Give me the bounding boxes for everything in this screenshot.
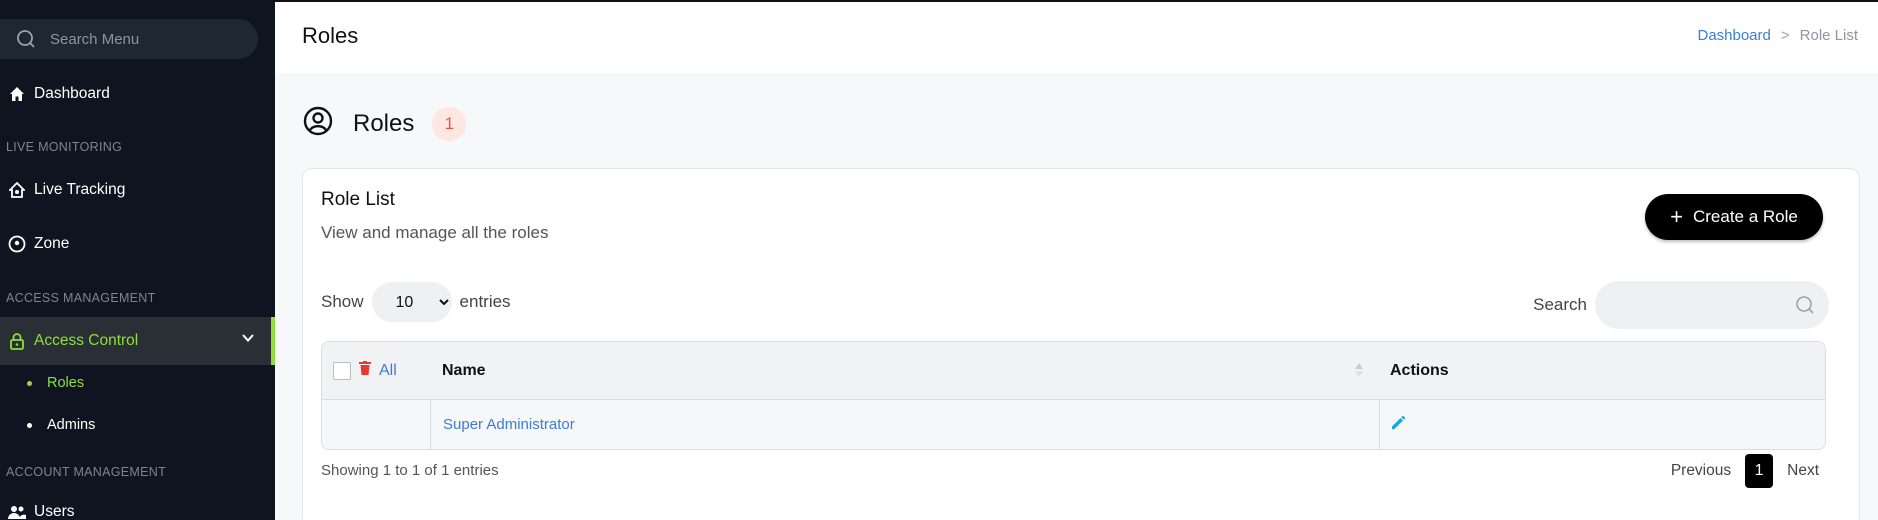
section-live-monitoring: LIVE MONITORING [6,140,123,154]
roles-table: All Name Actions Super Administrator [321,341,1826,450]
location-pin-icon [0,235,34,253]
entries-label: entries [459,292,511,311]
sidebar-item-access-control[interactable]: Access Control [0,317,275,365]
page-header: Roles 1 [303,106,467,141]
home-icon [0,86,34,102]
column-label: Actions [1390,361,1449,379]
sidebar-subitem-label: Roles [47,375,85,391]
sidebar-subitem-label: Admins [47,417,96,433]
card-subtitle: View and manage all the roles [321,223,549,242]
section-account-management: ACCOUNT MANAGEMENT [6,465,167,479]
role-name-link[interactable]: Super Administrator [443,416,575,433]
previous-page-button[interactable]: Previous [1671,462,1731,480]
name-column-header[interactable]: Name [430,342,1380,399]
pagination: Previous 1 Next [1671,454,1819,488]
trash-icon[interactable] [359,361,371,380]
table-header: All Name Actions [322,342,1825,400]
bullet-icon [27,380,32,386]
page-title: Roles [302,23,359,48]
page-size-control: Show 10 entries [321,282,511,322]
tracking-home-icon [0,182,34,198]
select-column-header: All [322,342,430,399]
table-row: Super Administrator [322,400,1825,449]
create-role-button[interactable]: + Create a Role [1645,194,1823,240]
breadcrumb-current: Role List [1799,27,1858,44]
chevron-down-icon[interactable] [241,331,255,350]
sidebar-item-live-tracking[interactable]: Live Tracking [0,168,275,212]
search-label: Search [1533,295,1587,314]
plus-icon: + [1670,204,1683,229]
sidebar-item-label: Zone [34,235,70,252]
actions-column-header: Actions [1380,342,1825,399]
sidebar-subitem-admins[interactable]: Admins [0,409,275,441]
table-search-input[interactable] [1595,281,1829,329]
sidebar-item-label: Users [34,503,75,520]
sidebar-subitem-roles[interactable]: Roles [0,367,275,399]
row-name-cell: Super Administrator [430,400,1380,449]
sidebar-item-dashboard[interactable]: Dashboard [0,72,275,116]
bullet-icon [27,422,32,428]
sidebar-item-label: Access Control [34,332,139,349]
select-all-checkbox[interactable] [333,361,351,380]
breadcrumb: Dashboard > Role List [1697,27,1858,44]
sidebar-item-users[interactable]: Users [0,490,275,520]
sort-icon[interactable] [1354,362,1364,383]
breadcrumb-dashboard-link[interactable]: Dashboard [1697,27,1770,44]
count-badge: 1 [432,106,467,141]
sidebar-item-label: Dashboard [34,85,110,102]
role-list-card: Role List View and manage all the roles … [302,168,1860,520]
search-icon [17,30,35,48]
sidebar-item-label: Live Tracking [34,181,126,198]
topbar: Roles Dashboard > Role List [275,0,1878,73]
sidebar: Dashboard LIVE MONITORING Live Tracking … [0,0,275,520]
menu-search-input[interactable] [50,30,240,48]
create-role-label: Create a Role [1692,207,1798,226]
select-all-link[interactable]: All [379,362,397,380]
show-label: Show [321,292,364,311]
lock-icon [0,332,34,350]
menu-search[interactable] [0,19,258,59]
table-info: Showing 1 to 1 of 1 entries [321,462,499,479]
section-heading: Roles [353,109,415,137]
row-actions-cell [1380,400,1825,449]
current-page-button[interactable]: 1 [1745,454,1774,488]
edit-pencil-icon[interactable] [1390,415,1406,435]
search-icon [1796,296,1814,314]
sidebar-item-zone[interactable]: Zone [0,222,275,266]
next-page-button[interactable]: Next [1787,462,1819,480]
user-circle-icon [303,106,333,141]
card-title: Role List [321,189,395,210]
breadcrumb-separator: > [1780,27,1790,44]
users-icon [0,504,34,520]
row-select-cell [322,400,430,449]
table-search: Search [1533,281,1829,329]
page-size-select[interactable]: 10 [371,282,452,322]
column-label: Name [442,361,486,379]
section-access-management: ACCESS MANAGEMENT [6,291,156,305]
